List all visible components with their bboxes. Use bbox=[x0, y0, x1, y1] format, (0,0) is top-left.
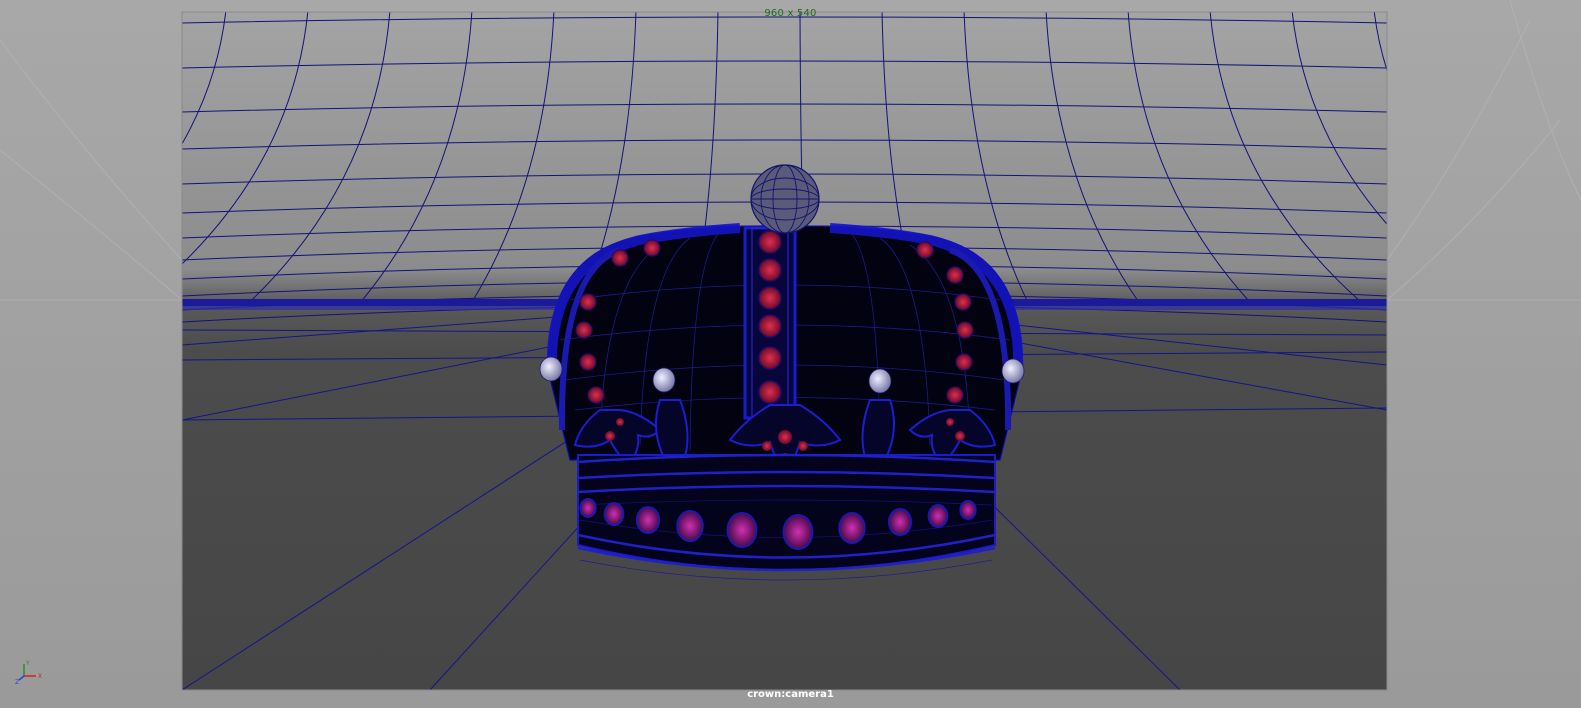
gem bbox=[603, 502, 625, 526]
gem bbox=[887, 508, 913, 536]
gem bbox=[838, 512, 866, 544]
gem bbox=[956, 321, 974, 339]
gem bbox=[758, 230, 782, 254]
axis-z-label: Z bbox=[15, 679, 19, 686]
gem bbox=[946, 266, 964, 284]
axis-y-label: Y bbox=[25, 660, 30, 667]
maya-viewport[interactable]: 960 x 540 crown:camera1 Y X Z bbox=[0, 0, 1581, 708]
gem bbox=[758, 314, 782, 338]
gem bbox=[579, 353, 597, 371]
gem bbox=[782, 514, 814, 550]
gem bbox=[676, 510, 704, 542]
resolution-gate-label: 960 x 540 bbox=[764, 8, 817, 19]
gem bbox=[758, 380, 782, 404]
camera-name-label: crown:camera1 bbox=[747, 689, 834, 700]
gem bbox=[927, 504, 949, 528]
gem bbox=[611, 249, 629, 267]
gem bbox=[959, 500, 977, 520]
gem bbox=[726, 512, 758, 548]
gem bbox=[758, 346, 782, 370]
gem bbox=[643, 239, 661, 257]
gem bbox=[579, 293, 597, 311]
gem bbox=[946, 386, 964, 404]
gem bbox=[579, 498, 597, 518]
gem bbox=[575, 321, 593, 339]
gem bbox=[587, 386, 605, 404]
axis-x-label: X bbox=[38, 673, 42, 680]
viewport-scene[interactable] bbox=[0, 0, 1581, 708]
gem bbox=[635, 506, 661, 534]
gem bbox=[955, 353, 973, 371]
gem bbox=[758, 258, 782, 282]
gem bbox=[758, 286, 782, 310]
gem bbox=[916, 241, 934, 259]
gem bbox=[954, 293, 972, 311]
view-axis-icon: Y X Z bbox=[15, 660, 42, 686]
